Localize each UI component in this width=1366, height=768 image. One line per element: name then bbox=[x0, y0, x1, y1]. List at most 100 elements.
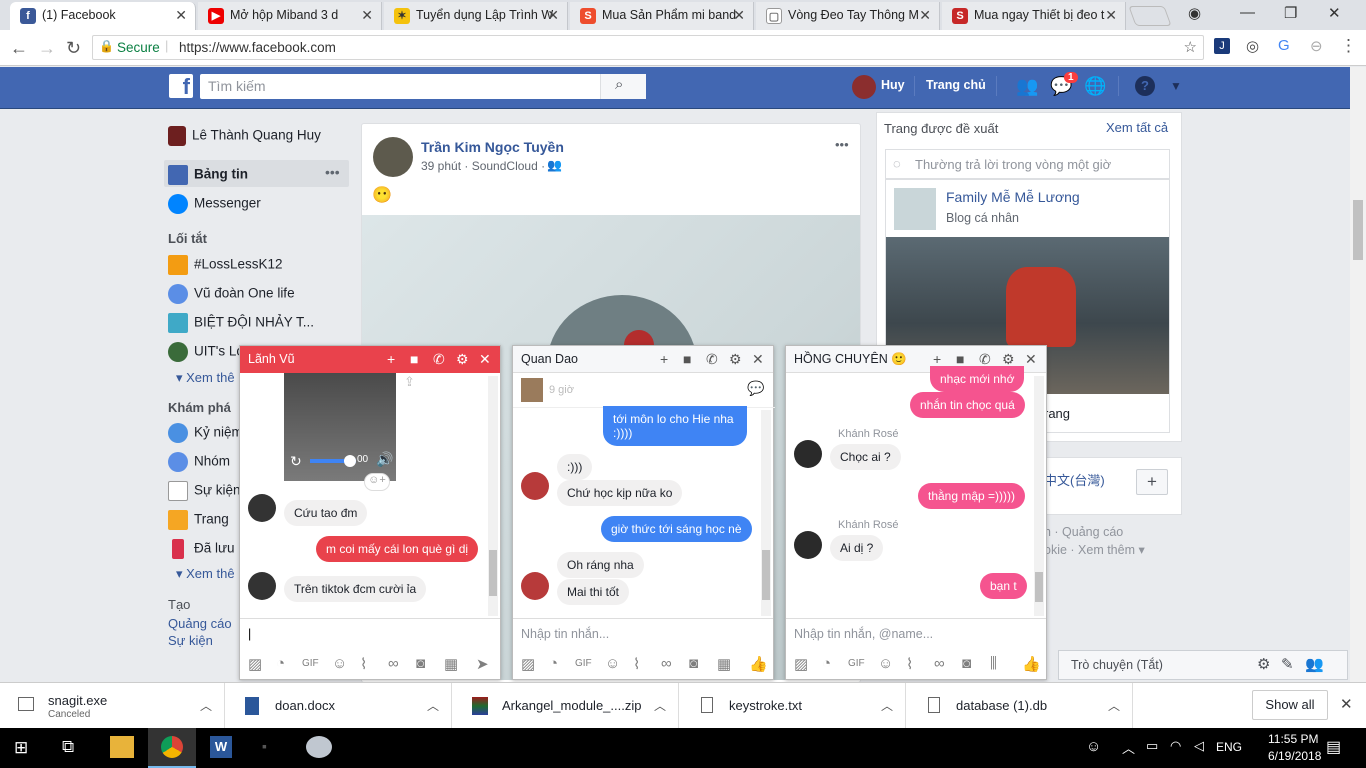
battery-icon[interactable]: ▭ bbox=[1146, 738, 1158, 754]
create-ad-link[interactable]: Quảng cáo bbox=[168, 616, 232, 631]
close-icon[interactable]: ✕ bbox=[752, 346, 764, 373]
message-input[interactable]: Nhập tin nhắn, @name... bbox=[786, 618, 1046, 648]
video-call-icon[interactable]: ■ bbox=[410, 346, 418, 373]
sticker-icon[interactable]: ◔ bbox=[549, 655, 558, 672]
new-tab-button[interactable] bbox=[1128, 6, 1172, 26]
post-author[interactable]: Trần Kim Ngọc Tuyền bbox=[421, 139, 564, 155]
translate-icon[interactable]: G bbox=[1278, 37, 1290, 54]
add-person-icon[interactable]: + bbox=[387, 346, 395, 373]
gif-icon[interactable]: GIF bbox=[848, 658, 865, 669]
photo-icon[interactable]: ▨ bbox=[521, 655, 535, 673]
phone-icon[interactable]: ✆ bbox=[706, 346, 718, 373]
dropdown-icon[interactable]: ▼ bbox=[1170, 79, 1182, 93]
gif-icon[interactable]: GIF bbox=[302, 658, 319, 669]
profile-link[interactable]: Lê Thành Quang Huy bbox=[168, 126, 321, 146]
emoji-icon[interactable]: ☺ bbox=[332, 655, 347, 672]
page-avatar[interactable] bbox=[894, 188, 936, 230]
tab-device[interactable]: S Mua ngay Thiết bị đeo t ✕ bbox=[942, 2, 1126, 30]
chat-scrollbar[interactable] bbox=[761, 410, 771, 616]
video-call-icon[interactable]: ■ bbox=[683, 346, 691, 373]
more-icon[interactable]: ••• bbox=[325, 164, 340, 180]
sidebar-item-shortcut[interactable]: Vũ đoàn One life bbox=[168, 284, 295, 304]
chrome-icon[interactable] bbox=[161, 736, 183, 758]
chat-sidebar-bar[interactable]: Trò chuyện (Tắt) ⚙ ✎ 👥 bbox=[1058, 650, 1348, 680]
chevron-up-icon[interactable]: ︿ bbox=[654, 683, 666, 729]
people-icon[interactable]: ☺ bbox=[1086, 738, 1101, 755]
add-language-button[interactable]: + bbox=[1136, 469, 1168, 495]
close-icon[interactable]: ✕ bbox=[175, 2, 187, 28]
close-icon[interactable]: ✕ bbox=[1105, 2, 1117, 28]
footer-links[interactable]: okie · Xem thêm ▾ bbox=[1044, 542, 1145, 557]
close-icon[interactable]: ✕ bbox=[1340, 695, 1353, 713]
photo-icon[interactable]: ▨ bbox=[794, 655, 808, 673]
video-scrubber[interactable] bbox=[344, 455, 356, 467]
send-icon[interactable]: ➤ bbox=[476, 655, 489, 673]
home-link[interactable]: Trang chủ bbox=[926, 78, 986, 92]
chat-title[interactable]: Quan Dao bbox=[521, 352, 578, 366]
message-input[interactable]: | bbox=[240, 618, 500, 648]
help-icon[interactable]: ? bbox=[1135, 76, 1155, 96]
see-more-link[interactable]: ▾ Xem thê bbox=[176, 566, 235, 582]
table-icon[interactable]: ▦ bbox=[444, 655, 458, 673]
like-icon[interactable]: 👍 bbox=[1022, 655, 1041, 673]
sidebar-item-messenger[interactable]: Messenger bbox=[168, 194, 261, 214]
sidebar-item-saved[interactable]: Đã lưu bbox=[168, 539, 235, 559]
task-view-icon[interactable]: ⧉ bbox=[62, 737, 74, 757]
photo-icon[interactable]: ▨ bbox=[248, 655, 262, 673]
close-icon[interactable]: ✕ bbox=[919, 2, 931, 28]
see-more-link[interactable]: ▾ Xem thê bbox=[176, 370, 235, 386]
download-item[interactable]: doan.docx ︿ bbox=[227, 683, 452, 729]
profile-link[interactable]: Huy bbox=[881, 78, 905, 92]
see-all-link[interactable]: Xem tất cả bbox=[1106, 120, 1168, 135]
facebook-logo-icon[interactable]: f bbox=[169, 74, 193, 99]
tab-band[interactable]: ▢ Vòng Đeo Tay Thông M ✕ bbox=[756, 2, 940, 30]
sidebar-item-news-feed[interactable]: Bảng tin bbox=[168, 165, 248, 185]
compose-icon[interactable]: ✎ bbox=[1281, 655, 1294, 673]
address-bar[interactable]: 🔒 Secure | https://www.facebook.com ☆ bbox=[92, 35, 1204, 60]
like-icon[interactable]: 👍 bbox=[749, 655, 768, 673]
chevron-up-icon[interactable]: ︿ bbox=[881, 683, 893, 729]
extension-icon[interactable]: ⊖ bbox=[1310, 37, 1323, 55]
post-options-button[interactable]: ••• bbox=[835, 137, 849, 152]
table-icon[interactable]: ▦ bbox=[717, 655, 731, 673]
message-input[interactable]: Nhập tin nhắn... bbox=[513, 618, 773, 648]
download-item[interactable]: snagit.exe Canceled ︿ bbox=[0, 683, 225, 729]
close-window-icon[interactable]: ✕ bbox=[1328, 4, 1341, 22]
tab-shopee[interactable]: S Mua Sản Phẩm mi band ✕ bbox=[570, 2, 754, 30]
shared-link-preview[interactable]: 9 giờ 💬 bbox=[513, 374, 775, 408]
camera-icon[interactable]: ◙ bbox=[416, 655, 425, 672]
sidebar-item-pages[interactable]: Trang bbox=[168, 510, 229, 530]
close-icon[interactable]: ✕ bbox=[479, 346, 491, 373]
scrollbar-thumb[interactable] bbox=[762, 550, 770, 600]
chevron-up-icon[interactable]: ︿ bbox=[1122, 738, 1135, 757]
attach-icon[interactable]: ⌇ bbox=[360, 655, 367, 673]
sidebar-item-shortcut[interactable]: BIỆT ĐỘI NHẢY T... bbox=[168, 313, 314, 333]
search-input[interactable]: Tìm kiếm bbox=[200, 74, 646, 99]
close-icon[interactable]: ✕ bbox=[1025, 346, 1037, 373]
sidebar-item-shortcut[interactable]: #LossLessK12 bbox=[168, 255, 283, 275]
link-icon[interactable]: ∞ bbox=[934, 655, 945, 672]
close-icon[interactable]: ✕ bbox=[547, 2, 559, 28]
link-icon[interactable]: ∞ bbox=[661, 655, 672, 672]
clock-date[interactable]: 6/19/2018 bbox=[1268, 749, 1321, 763]
scrollbar-thumb[interactable] bbox=[1353, 200, 1363, 260]
close-icon[interactable]: ✕ bbox=[361, 2, 373, 28]
download-item[interactable]: database (1).db ︿ bbox=[908, 683, 1133, 729]
close-icon[interactable]: ✕ bbox=[733, 2, 745, 28]
tab-youtube[interactable]: ▶ Mở hộp Miband 3 d ✕ bbox=[198, 2, 382, 30]
chat-scrollbar[interactable] bbox=[488, 376, 498, 616]
clock-time[interactable]: 11:55 PM bbox=[1268, 732, 1318, 746]
star-icon[interactable]: ☆ bbox=[1184, 38, 1197, 56]
download-item[interactable]: Arkangel_module_....zip ︿ bbox=[454, 683, 679, 729]
attach-icon[interactable]: ⌇ bbox=[633, 655, 640, 673]
forward-icon[interactable]: → bbox=[38, 38, 56, 59]
chat-header[interactable]: Quan Dao + ■ ✆ ⚙ ✕ bbox=[513, 346, 773, 373]
create-event-link[interactable]: Sự kiện bbox=[168, 633, 213, 648]
chat-header[interactable]: Lãnh Vũ + ■ ✆ ⚙ ✕ bbox=[240, 346, 500, 373]
tab-facebook[interactable]: f (1) Facebook ✕ bbox=[10, 2, 196, 30]
profile-icon[interactable]: ◉ bbox=[1188, 4, 1201, 22]
minimize-icon[interactable]: — bbox=[1240, 4, 1255, 21]
sidebar-item-events[interactable]: Sự kiện bbox=[168, 481, 241, 501]
language-link[interactable]: 中文(台灣) bbox=[1044, 470, 1105, 489]
restore-icon[interactable]: ❐ bbox=[1284, 4, 1297, 22]
